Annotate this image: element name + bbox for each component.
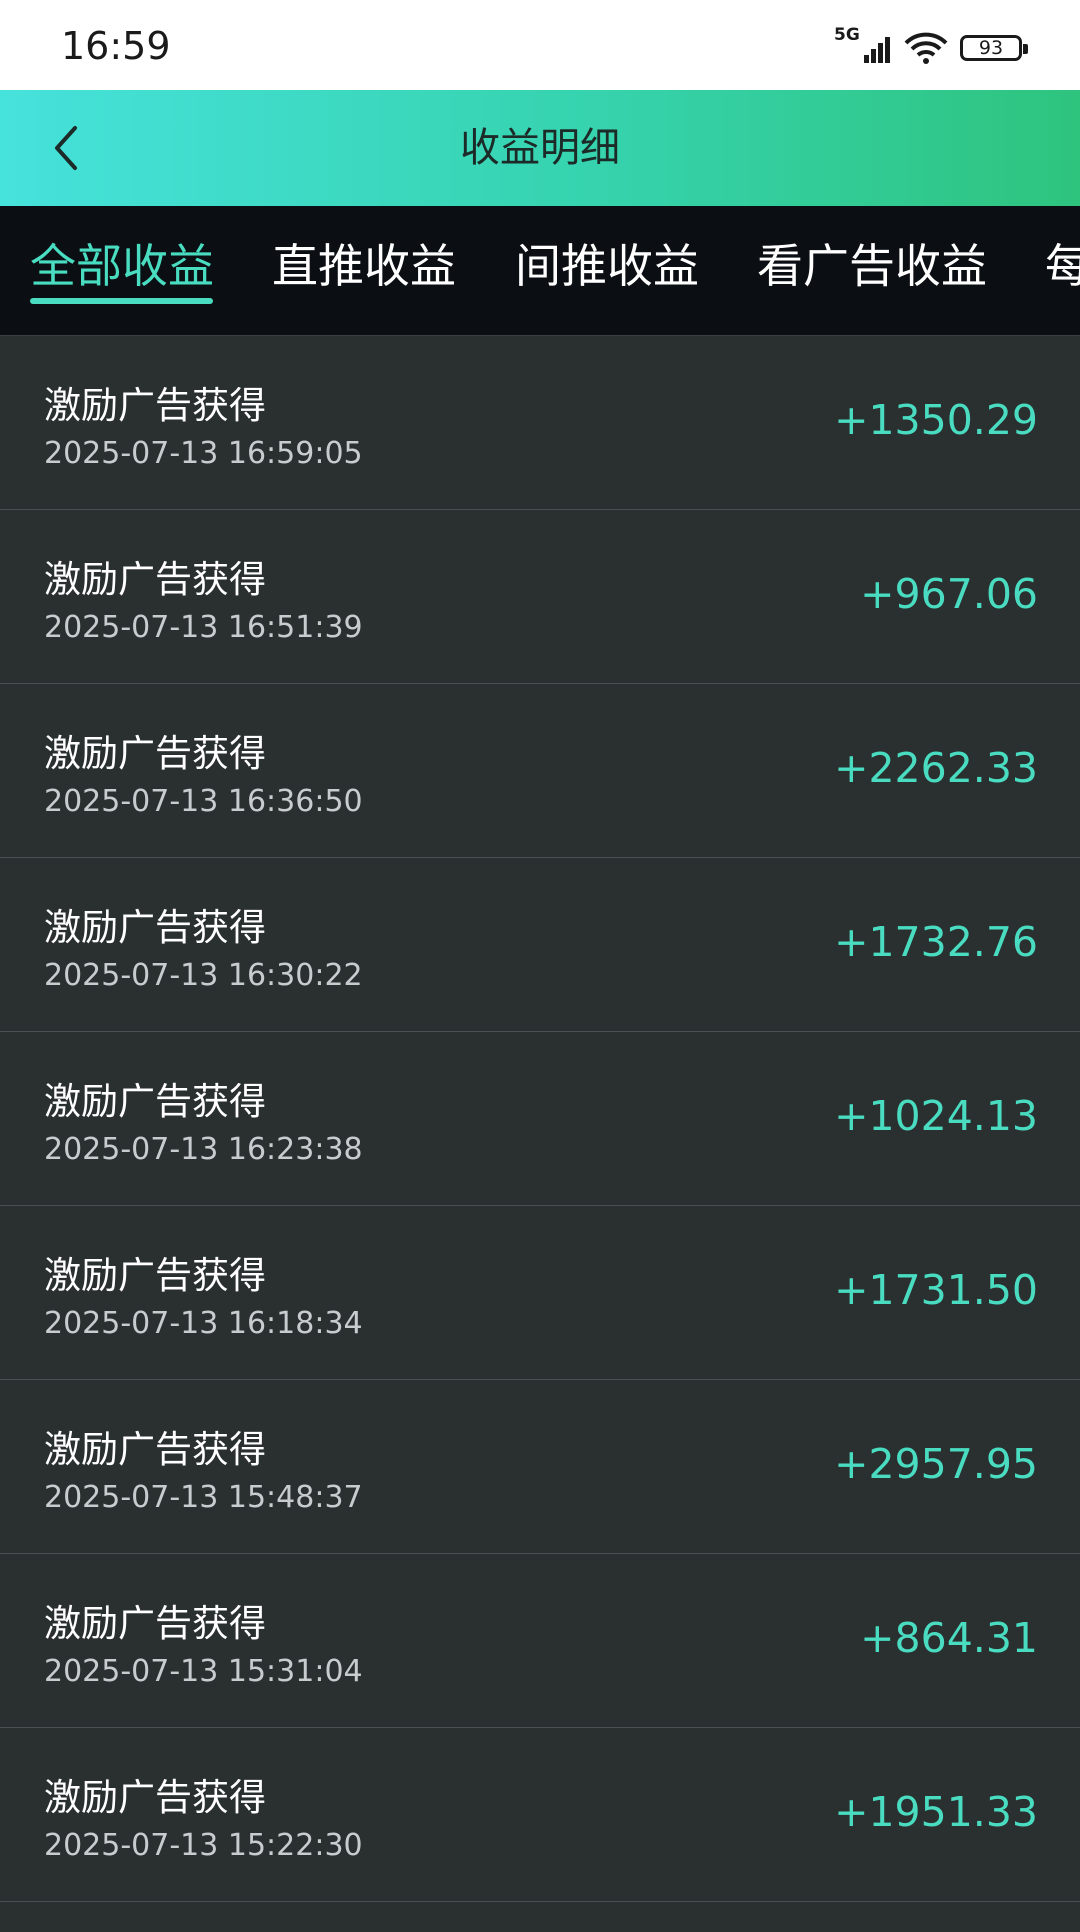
record-title: 激励广告获得 [44, 732, 266, 775]
record-title: 激励广告获得 [44, 1428, 266, 1471]
tab-bar: 全部收益 直推收益 间推收益 看广告收益 每 [0, 206, 1080, 336]
battery-icon: 93 [960, 35, 1028, 61]
list-item[interactable]: 激励广告获得 2025-07-13 16:51:39 +967.06 [0, 510, 1080, 684]
record-amount: +1951.33 [834, 1788, 1038, 1836]
list-item[interactable]: 激励广告获得 2025-07-13 16:59:05 +1350.29 [0, 336, 1080, 510]
record-amount: +864.31 [860, 1614, 1038, 1662]
tab-direct-earnings[interactable]: 直推收益 [272, 206, 456, 335]
tab-indirect-earnings[interactable]: 间推收益 [515, 206, 699, 335]
tab-ad-earnings[interactable]: 看广告收益 [757, 206, 987, 335]
record-time: 2025-07-13 15:48:37 [44, 1480, 363, 1515]
signal-5g-icon: 5G [834, 25, 892, 67]
record-amount: +967.06 [860, 570, 1038, 618]
list-item[interactable]: 激励广告获得 2025-07-13 15:31:04 +864.31 [0, 1554, 1080, 1728]
record-title: 激励广告获得 [44, 906, 266, 949]
record-time: 2025-07-13 15:22:30 [44, 1828, 363, 1863]
record-time: 2025-07-13 16:36:50 [44, 784, 363, 819]
record-title: 激励广告获得 [44, 558, 266, 601]
tab-more-partial[interactable]: 每 [1045, 206, 1080, 335]
record-amount: +1024.13 [834, 1092, 1038, 1140]
list-item[interactable]: 激励广告获得 2025-07-13 15:48:37 +2957.95 [0, 1380, 1080, 1554]
record-time: 2025-07-13 16:23:38 [44, 1132, 363, 1167]
status-bar: 16:59 5G 93 [0, 0, 1080, 90]
record-time: 2025-07-13 16:30:22 [44, 958, 363, 993]
record-title: 激励广告获得 [44, 1254, 266, 1297]
record-amount: +1350.29 [834, 396, 1038, 444]
active-tab-indicator [30, 298, 213, 304]
status-time: 16:59 [61, 24, 171, 68]
record-amount: +1732.76 [834, 918, 1038, 966]
battery-level: 93 [978, 37, 1004, 59]
tab-all-earnings[interactable]: 全部收益 [30, 206, 214, 335]
list-item[interactable]: 激励广告获得 2025-07-13 16:23:38 +1024.13 [0, 1032, 1080, 1206]
record-title: 激励广告获得 [44, 1776, 266, 1819]
list-item[interactable]: 激励广告获得 2025-07-13 16:30:22 +1732.76 [0, 858, 1080, 1032]
record-time: 2025-07-13 15:31:04 [44, 1654, 363, 1689]
earnings-list: 激励广告获得 2025-07-13 16:59:05 +1350.29 激励广告… [0, 336, 1080, 1902]
wifi-icon [904, 32, 948, 64]
record-time: 2025-07-13 16:51:39 [44, 610, 363, 645]
list-item[interactable]: 激励广告获得 2025-07-13 16:18:34 +1731.50 [0, 1206, 1080, 1380]
record-time: 2025-07-13 16:18:34 [44, 1306, 363, 1341]
list-item[interactable]: 激励广告获得 2025-07-13 15:22:30 +1951.33 [0, 1728, 1080, 1902]
list-item[interactable]: 激励广告获得 2025-07-13 16:36:50 +2262.33 [0, 684, 1080, 858]
record-time: 2025-07-13 16:59:05 [44, 436, 363, 471]
record-amount: +2957.95 [834, 1440, 1038, 1488]
record-amount: +1731.50 [834, 1266, 1038, 1314]
record-title: 激励广告获得 [44, 1602, 266, 1645]
record-amount: +2262.33 [834, 744, 1038, 792]
record-title: 激励广告获得 [44, 1080, 266, 1123]
page-title: 收益明细 [460, 125, 620, 171]
status-icons: 5G 93 [834, 25, 1028, 68]
page-header: 收益明细 [0, 90, 1080, 206]
record-title: 激励广告获得 [44, 384, 266, 427]
